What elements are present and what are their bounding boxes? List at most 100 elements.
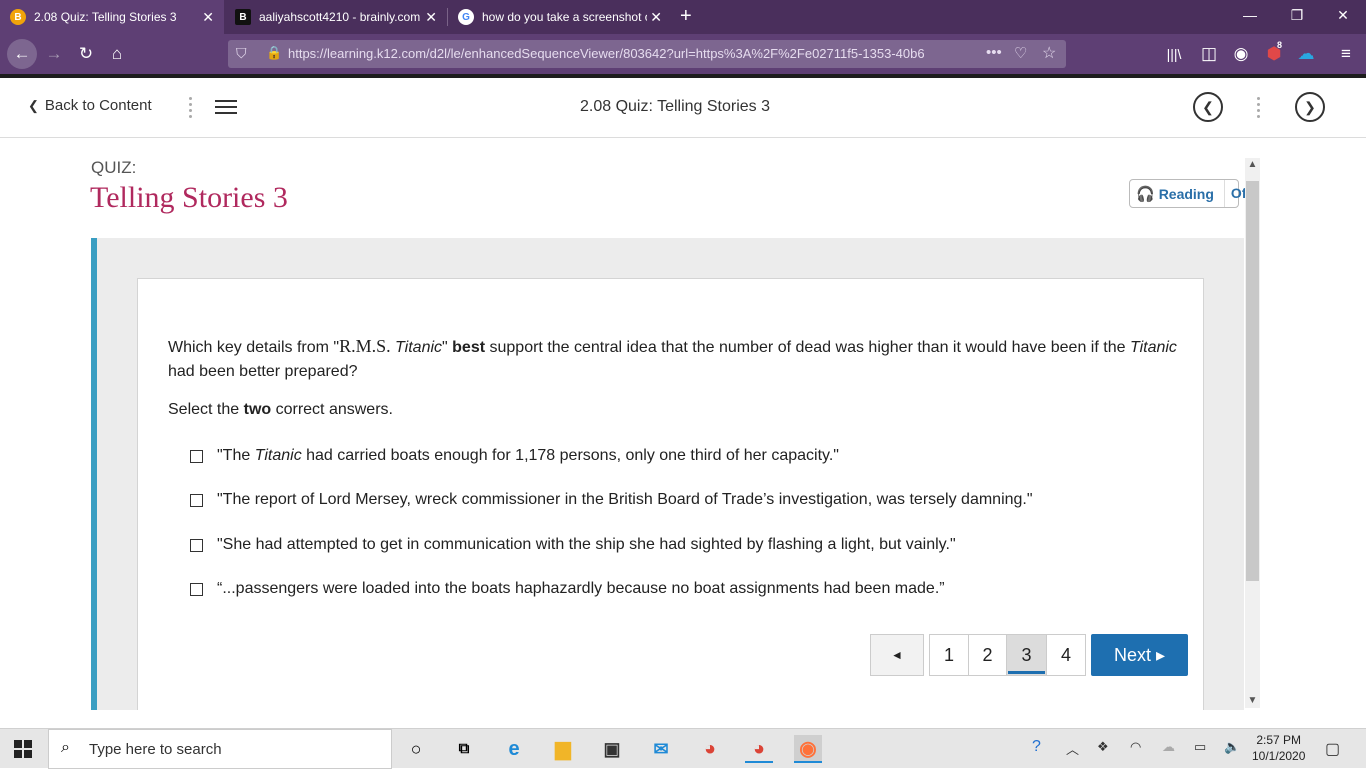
edge-icon[interactable]: e bbox=[500, 735, 528, 763]
close-tab-icon[interactable]: ✕ bbox=[202, 9, 214, 26]
page-1-button[interactable]: 1 bbox=[929, 634, 969, 676]
google-favicon-icon: G bbox=[458, 9, 474, 25]
option-text: “...passengers were loaded into the boat… bbox=[217, 580, 945, 597]
clock-date: 10/1/2020 bbox=[1252, 749, 1306, 763]
reading-toggle[interactable]: 🎧 Reading Off bbox=[1129, 179, 1251, 208]
help-icon[interactable]: ? bbox=[1032, 738, 1041, 756]
instruction-part: correct answers. bbox=[271, 401, 393, 418]
close-window-icon[interactable]: ✕ bbox=[1333, 7, 1353, 24]
question-part: had been better prepared? bbox=[168, 363, 358, 380]
answer-option[interactable]: "She had attempted to get in communicati… bbox=[190, 536, 956, 554]
option-text: "The report of Lord Mersey, wreck commis… bbox=[217, 491, 1033, 508]
quiz-title: Telling Stories 3 bbox=[90, 181, 288, 214]
mail-icon[interactable]: ✉ bbox=[647, 735, 675, 763]
forward-arrow-icon[interactable]: → bbox=[42, 42, 66, 66]
content-area: QUIZ: Telling Stories 3 🎧 Reading Off ▲ … bbox=[0, 139, 1366, 710]
question-part: " bbox=[442, 339, 453, 356]
ublock-icon[interactable]: ⬢ bbox=[1262, 42, 1286, 66]
cortana-icon[interactable]: ○ bbox=[402, 735, 430, 763]
next-button[interactable]: Next ▸ bbox=[1091, 634, 1188, 676]
tab-brainly[interactable]: B aaliyahscott4210 - brainly.com ✕ bbox=[225, 0, 447, 34]
scroll-up-icon[interactable]: ▲ bbox=[1246, 159, 1259, 170]
next-topic-icon[interactable]: ❯ bbox=[1295, 92, 1325, 122]
reload-icon[interactable]: ↻ bbox=[74, 42, 98, 66]
previous-topic-icon[interactable]: ❮ bbox=[1193, 92, 1223, 122]
scrollbar-thumb[interactable] bbox=[1246, 181, 1259, 581]
answer-option[interactable]: "The Titanic had carried boats enough fo… bbox=[190, 447, 839, 465]
restore-icon[interactable]: ❐ bbox=[1287, 7, 1307, 24]
close-tab-icon[interactable]: ✕ bbox=[650, 9, 662, 26]
checkbox[interactable] bbox=[190, 493, 203, 507]
checkbox[interactable] bbox=[190, 449, 203, 463]
question-part: Which key details from " bbox=[168, 339, 340, 356]
account-icon[interactable]: ◉ bbox=[1229, 42, 1253, 66]
question-card: Which key details from "R.M.S. Titanic" … bbox=[137, 278, 1204, 710]
chrome-user-icon[interactable]: ◕ bbox=[745, 735, 773, 763]
lock-icon[interactable]: 🔒 bbox=[266, 45, 282, 61]
checkbox[interactable] bbox=[190, 538, 203, 552]
more-actions-icon[interactable]: ••• bbox=[986, 44, 1002, 61]
onedrive-icon[interactable]: ☁ bbox=[1162, 739, 1175, 755]
cloud-extension-icon[interactable]: ☁ bbox=[1294, 42, 1318, 66]
page-2-button[interactable]: 2 bbox=[968, 634, 1007, 676]
question-text: Which key details from "R.M.S. Titanic" … bbox=[168, 334, 1178, 384]
back-arrow-icon[interactable]: ← bbox=[7, 39, 37, 69]
store-icon[interactable]: ▣ bbox=[598, 735, 626, 763]
checkbox[interactable] bbox=[190, 582, 203, 596]
dropbox-icon[interactable]: ❖ bbox=[1097, 739, 1109, 755]
answer-option[interactable]: “...passengers were loaded into the boat… bbox=[190, 580, 945, 598]
question-italic: Titanic bbox=[1129, 339, 1177, 356]
page-4-button[interactable]: 4 bbox=[1046, 634, 1086, 676]
battery-icon[interactable]: ▭ bbox=[1194, 739, 1206, 755]
taskbar: ⌕ Type here to search ○ ⧉ e ▆ ▣ ✉ ◕ ◕ ◉ … bbox=[0, 728, 1366, 769]
shield-icon[interactable]: ⛉ bbox=[236, 45, 247, 62]
pocket-icon[interactable]: ♡ bbox=[1014, 44, 1027, 62]
app-header: ❮ Back to Content 2.08 Quiz: Telling Stor… bbox=[0, 78, 1366, 138]
question-emphasis: best bbox=[452, 339, 486, 356]
file-explorer-icon[interactable]: ▆ bbox=[549, 735, 577, 763]
headphones-icon: 🎧 bbox=[1136, 185, 1155, 203]
answer-option[interactable]: "The report of Lord Mersey, wreck commis… bbox=[190, 491, 1033, 509]
scroll-down-icon[interactable]: ▼ bbox=[1246, 695, 1259, 706]
reading-label: Reading bbox=[1158, 185, 1214, 202]
clock[interactable]: 2:57 PM 10/1/2020 bbox=[1252, 732, 1305, 764]
browser-tab-bar: B 2.08 Quiz: Telling Stories 3 ✕ B aaliy… bbox=[0, 0, 1366, 34]
task-view-icon[interactable]: ⧉ bbox=[450, 735, 478, 763]
windows-start-icon[interactable] bbox=[14, 740, 32, 758]
bookmark-star-icon[interactable]: ☆ bbox=[1042, 43, 1056, 63]
taskbar-search[interactable]: ⌕ Type here to search bbox=[48, 729, 392, 769]
tab-title: 2.08 Quiz: Telling Stories 3 bbox=[34, 10, 177, 24]
option-text: "She had attempted to get in communicati… bbox=[217, 536, 956, 553]
page-3-button[interactable]: 3 bbox=[1006, 634, 1047, 676]
clock-time: 2:57 PM bbox=[1256, 733, 1302, 747]
vertical-divider bbox=[1257, 94, 1261, 120]
home-icon[interactable]: ⌂ bbox=[105, 42, 129, 66]
tab-google-search[interactable]: G how do you take a screenshot o ✕ bbox=[448, 0, 672, 34]
firefox-icon[interactable]: ◉ bbox=[794, 735, 822, 763]
option-text: "The Titanic had carried boats enough fo… bbox=[217, 447, 839, 464]
url-bar[interactable]: ⛉ 🔒 https://learning.k12.com/d2l/le/enha… bbox=[228, 40, 1066, 68]
page-title: 2.08 Quiz: Telling Stories 3 bbox=[579, 98, 771, 115]
chrome-icon[interactable]: ◕ bbox=[696, 735, 724, 763]
library-icon[interactable]: |||\ bbox=[1162, 42, 1186, 66]
chevron-up-icon[interactable]: ︿ bbox=[1066, 739, 1079, 758]
wifi-icon[interactable]: ◠ bbox=[1130, 739, 1141, 755]
brainly-favicon-icon: B bbox=[235, 9, 251, 25]
minimize-icon[interactable]: — bbox=[1240, 7, 1260, 23]
search-icon: ⌕ bbox=[61, 739, 70, 756]
notifications-icon[interactable]: ▢ bbox=[1325, 739, 1340, 759]
instruction-bold: two bbox=[243, 401, 272, 418]
addon-badge: 8 bbox=[1277, 40, 1283, 50]
previous-page-button[interactable]: ◄ bbox=[870, 634, 924, 676]
question-source: R.M.S. bbox=[339, 336, 391, 356]
question-part: support the central idea that the number… bbox=[485, 339, 1130, 356]
volume-icon[interactable]: 🔈 bbox=[1224, 739, 1240, 755]
close-tab-icon[interactable]: ✕ bbox=[425, 9, 437, 26]
sidebar-icon[interactable]: ◫ bbox=[1197, 42, 1221, 66]
new-tab-icon[interactable]: + bbox=[680, 5, 692, 28]
menu-icon[interactable]: ≡ bbox=[1334, 42, 1358, 66]
search-placeholder: Type here to search bbox=[89, 741, 222, 758]
url-text: https://learning.k12.com/d2l/le/enhanced… bbox=[288, 46, 925, 61]
tab-quiz[interactable]: B 2.08 Quiz: Telling Stories 3 ✕ bbox=[0, 0, 224, 34]
brainly-favicon-icon: B bbox=[10, 9, 26, 25]
